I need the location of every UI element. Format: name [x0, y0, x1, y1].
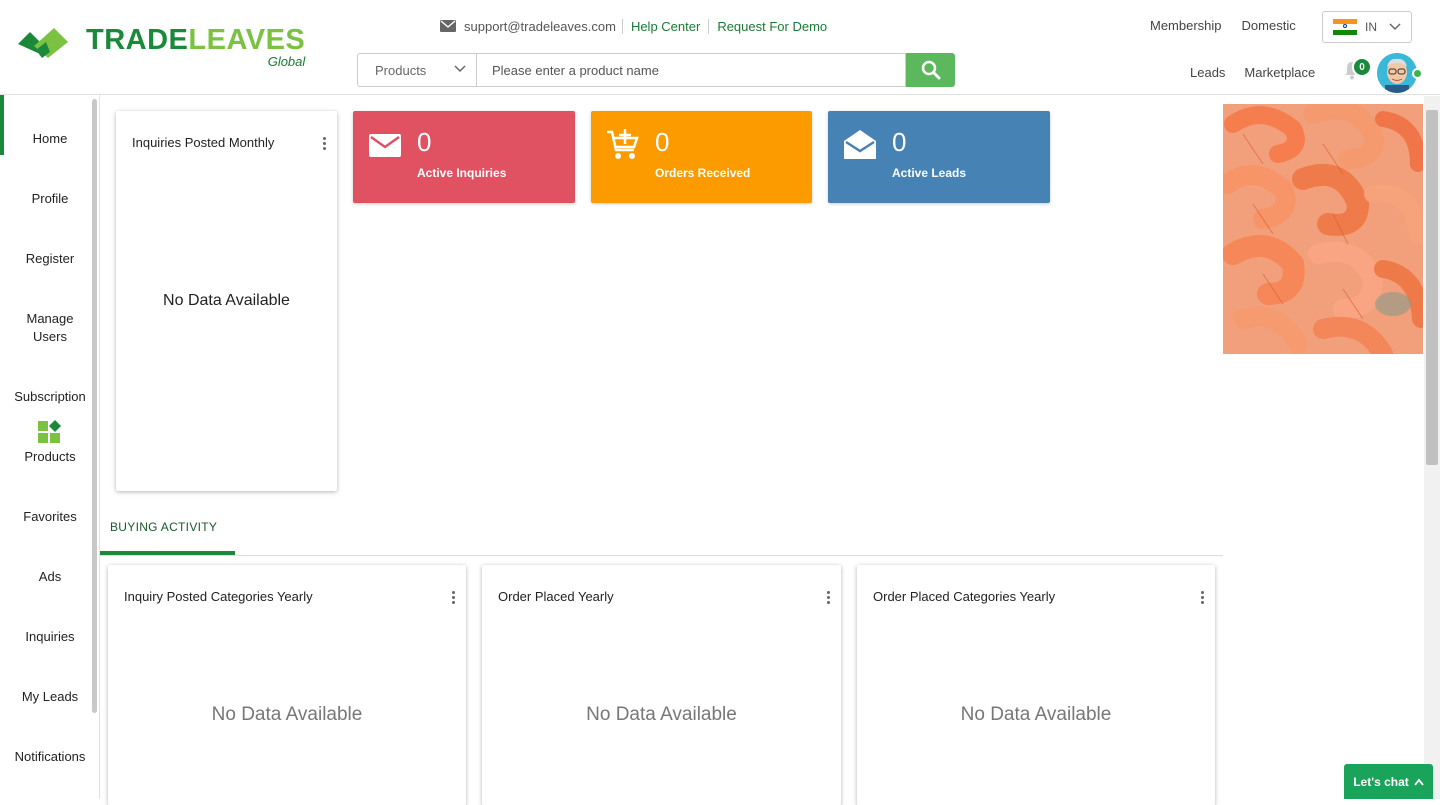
inquiries-monthly-card: Inquiries Posted Monthly No Data Availab…: [116, 111, 337, 491]
stat-value: 0: [892, 127, 907, 157]
request-demo-link[interactable]: Request For Demo: [708, 18, 835, 34]
contact-row: support@tradeleaves.com Help Center Requ…: [440, 14, 835, 38]
stat-active-inquiries[interactable]: 0 Active Inquiries: [353, 111, 575, 203]
stat-active-leads[interactable]: 0 Active Leads: [828, 111, 1050, 203]
sidebar-item-products[interactable]: Products: [0, 420, 100, 466]
cart-icon: [607, 129, 639, 159]
language-select[interactable]: IN: [1322, 11, 1412, 43]
sidebar-item-home[interactable]: Home: [0, 130, 100, 148]
logo-title: TRADELEAVES: [86, 24, 306, 56]
sidebar-item-inquiries[interactable]: Inquiries: [0, 628, 100, 646]
card-title: Inquiries Posted Monthly: [132, 135, 275, 150]
header: TRADELEAVES Global support@tradeleaves.c…: [0, 0, 1440, 95]
tab-buying-activity[interactable]: BUYING ACTIVITY: [110, 520, 217, 534]
search-input[interactable]: [476, 53, 906, 87]
card-title: Order Placed Yearly: [498, 589, 614, 604]
mail-icon: [440, 20, 456, 32]
logo[interactable]: TRADELEAVES Global: [16, 24, 305, 69]
chevron-down-icon: [1389, 23, 1401, 31]
logo-mark-icon: [18, 28, 68, 58]
sidebar-item-favorites[interactable]: Favorites: [0, 508, 100, 526]
help-center-link[interactable]: Help Center: [623, 19, 708, 34]
online-status-dot: [1412, 68, 1423, 79]
user-avatar-icon: [1377, 53, 1417, 93]
domestic-link[interactable]: Domestic: [1242, 18, 1296, 33]
no-data-message: No Data Available: [586, 704, 737, 725]
search-icon: [921, 60, 940, 80]
search-category-label: Products: [375, 62, 427, 78]
membership-link[interactable]: Membership: [1150, 18, 1222, 33]
envelope-icon: [369, 134, 401, 157]
stat-label: Active Inquiries: [417, 166, 507, 180]
sidebar-item-profile[interactable]: Profile: [0, 190, 100, 208]
sidebar-item-products-label: Products: [24, 449, 76, 464]
marketplace-link[interactable]: Marketplace: [1244, 65, 1315, 80]
top-nav-primary: Membership Domestic: [1150, 18, 1316, 33]
support-email[interactable]: support@tradeleaves.com: [464, 18, 623, 34]
notification-badge: 0: [1352, 57, 1372, 77]
chat-label: Let's chat: [1353, 774, 1409, 789]
avatar[interactable]: [1377, 53, 1417, 93]
sidebar-item-my-leads[interactable]: My Leads: [0, 688, 100, 706]
chat-button[interactable]: Let's chat: [1344, 764, 1433, 799]
stat-label: Orders Received: [655, 166, 751, 180]
sidebar-item-notifications[interactable]: Notifications: [0, 748, 100, 766]
open-envelope-icon: [844, 130, 876, 159]
promo-image[interactable]: [1223, 104, 1423, 354]
stat-value: 0: [417, 127, 432, 157]
inquiry-categories-yearly-card: Inquiry Posted Categories Yearly No Data…: [108, 565, 466, 805]
search-bar: Products: [357, 53, 955, 87]
order-categories-yearly-card: Order Placed Categories Yearly No Data A…: [857, 565, 1215, 805]
order-placed-yearly-card: Order Placed Yearly No Data Available: [482, 565, 841, 805]
sidebar-scrollbar[interactable]: [92, 99, 97, 713]
chevron-down-icon: [454, 65, 466, 73]
leads-link[interactable]: Leads: [1190, 65, 1225, 80]
sidebar-item-ads[interactable]: Ads: [0, 568, 100, 586]
card-title: Order Placed Categories Yearly: [873, 589, 1056, 604]
more-options-icon[interactable]: [323, 137, 327, 151]
no-data-message: No Data Available: [163, 292, 290, 309]
more-options-icon[interactable]: [452, 591, 456, 605]
main-scrollbar[interactable]: [1424, 96, 1440, 799]
search-button[interactable]: [906, 53, 955, 87]
sidebar: Home Profile Register Manage Users Subsc…: [0, 95, 100, 799]
language-label: IN: [1365, 20, 1377, 34]
more-options-icon[interactable]: [1201, 591, 1205, 605]
tab-divider: [100, 555, 1223, 556]
search-category-select[interactable]: Products: [357, 53, 476, 87]
card-title: Inquiry Posted Categories Yearly: [124, 589, 313, 604]
sidebar-item-subscription[interactable]: Subscription: [0, 388, 100, 406]
stat-label: Active Leads: [892, 166, 967, 180]
stat-orders-received[interactable]: 0 Orders Received: [591, 111, 812, 203]
sidebar-item-manage-users[interactable]: Manage Users: [0, 310, 100, 346]
no-data-message: No Data Available: [960, 704, 1112, 725]
logo-subtitle: Global: [267, 54, 306, 69]
chevron-up-icon: [1414, 778, 1424, 786]
top-nav-secondary: Leads Marketplace: [1190, 65, 1334, 80]
no-data-message: No Data Available: [211, 704, 363, 725]
sidebar-item-register[interactable]: Register: [0, 250, 100, 268]
products-icon: [38, 420, 61, 443]
shrimp-image: [1223, 104, 1423, 354]
scrollbar-thumb[interactable]: [1426, 110, 1438, 465]
stat-value: 0: [655, 127, 670, 157]
more-options-icon[interactable]: [827, 591, 831, 605]
india-flag-icon: [1333, 19, 1357, 35]
